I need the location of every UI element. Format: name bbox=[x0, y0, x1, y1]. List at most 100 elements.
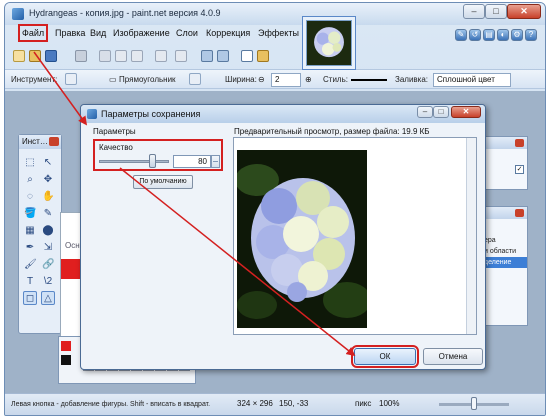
image-thumbnail[interactable] bbox=[302, 16, 356, 70]
paint-bucket-tool-icon[interactable]: 🪣 bbox=[23, 206, 37, 220]
title-bar: Hydrangeas - копия.jpg - paint.net верси… bbox=[5, 3, 545, 25]
dialog-close-button[interactable]: ✕ bbox=[451, 106, 481, 118]
image-size-readout: 324 × 296 bbox=[237, 399, 273, 408]
default-button[interactable]: По умолчанию bbox=[133, 175, 193, 189]
move-tool-icon[interactable]: ✥ bbox=[41, 172, 55, 186]
history-toggle-icon[interactable]: ↺ bbox=[469, 29, 481, 41]
window-toggle-icons: ✎ ↺ ▤ ◐ ⚙ ? bbox=[455, 29, 537, 43]
dialog-maximize-button[interactable]: □ bbox=[433, 106, 449, 118]
preview-scrollbar[interactable] bbox=[466, 138, 476, 334]
recolor-tool-icon[interactable]: 🔗 bbox=[41, 257, 55, 271]
history-row-selected[interactable]: деление bbox=[479, 257, 527, 268]
width-decrease-icon[interactable]: ⊖ bbox=[258, 75, 265, 84]
dialog-minimize-button[interactable]: – bbox=[417, 106, 433, 118]
save-options-dialog: Параметры сохранения – □ ✕ Параметры Пре… bbox=[80, 104, 486, 370]
menu-edit[interactable]: Правка bbox=[55, 28, 85, 38]
text-tool-icon[interactable]: T bbox=[23, 274, 37, 288]
quality-slider-thumb[interactable] bbox=[149, 154, 156, 168]
cancel-button[interactable]: Отмена bbox=[423, 348, 483, 365]
draw-mode-dropdown[interactable] bbox=[189, 73, 201, 85]
parameters-heading: Параметры bbox=[93, 127, 136, 136]
print-icon[interactable] bbox=[75, 50, 87, 62]
layer-visible-checkbox[interactable]: ✓ bbox=[515, 165, 524, 174]
redo-icon[interactable] bbox=[217, 50, 229, 62]
color-picker-tool-icon[interactable]: ⇲ bbox=[41, 240, 55, 254]
window-title: Hydrangeas - копия.jpg - paint.net верси… bbox=[29, 8, 221, 18]
width-increase-icon[interactable]: ⊕ bbox=[305, 75, 312, 84]
ruler-icon[interactable] bbox=[257, 50, 269, 62]
help-icon[interactable]: ? bbox=[525, 29, 537, 41]
menu-view[interactable]: Вид bbox=[90, 28, 106, 38]
primary-color-icon[interactable] bbox=[61, 341, 71, 351]
shapes-tool-icon[interactable]: ◻ bbox=[23, 291, 37, 305]
close-button[interactable]: ✕ bbox=[507, 4, 541, 19]
grid-icon[interactable] bbox=[241, 50, 253, 62]
preview-heading: Предварительный просмотр, размер файла: … bbox=[234, 127, 430, 136]
menu-layers[interactable]: Слои bbox=[176, 28, 198, 38]
quality-input[interactable]: 80 bbox=[173, 155, 211, 168]
copy-icon[interactable] bbox=[115, 50, 127, 62]
eraser-tool-icon[interactable]: ⬤ bbox=[41, 223, 55, 237]
zoom-tool-icon[interactable]: ⌕ bbox=[23, 172, 37, 186]
clone-stamp-tool-icon[interactable]: 🖌 bbox=[23, 257, 37, 271]
colors-toggle-icon[interactable]: ◐ bbox=[497, 29, 509, 41]
pencil-tool-icon[interactable]: ✒ bbox=[23, 240, 37, 254]
secondary-color-icon[interactable] bbox=[61, 355, 71, 365]
units-dropdown[interactable]: пикс bbox=[355, 399, 371, 408]
tool-select-dropdown[interactable] bbox=[65, 73, 77, 85]
shape-icon: ▭ bbox=[109, 75, 117, 84]
width-input[interactable]: 2 bbox=[271, 73, 301, 87]
cut-icon[interactable] bbox=[99, 50, 111, 62]
save-icon[interactable] bbox=[45, 50, 57, 62]
tools-panel: Инст… ⬚ ↖ ⌕ ✥ ◌ ✋ 🪣 ✎ ▦ ⬤ ✒ ⇲ 🖌 🔗 T \2 ◻… bbox=[18, 134, 62, 334]
quality-spinner[interactable] bbox=[211, 155, 220, 168]
ok-button[interactable]: ОК bbox=[351, 345, 419, 368]
line-style-dropdown[interactable] bbox=[351, 79, 387, 81]
triangle-shape-icon[interactable]: △ bbox=[41, 291, 55, 305]
history-panel-close-icon[interactable] bbox=[515, 139, 524, 147]
status-bar: Левая кнопка - добавление фигуры. Shift … bbox=[5, 393, 545, 415]
history-row[interactable]: ера bbox=[479, 235, 527, 246]
tools-panel-close-icon[interactable] bbox=[49, 137, 59, 146]
undo-icon[interactable] bbox=[201, 50, 213, 62]
move-selection-tool-icon[interactable]: ↖ bbox=[41, 155, 55, 169]
quality-label: Качество bbox=[99, 143, 133, 152]
rectangle-select-tool-icon[interactable]: ⬚ bbox=[23, 155, 37, 169]
crop-icon[interactable] bbox=[155, 50, 167, 62]
tool-label: Инструмент: bbox=[11, 75, 58, 84]
open-folder-icon[interactable] bbox=[29, 50, 41, 62]
gradient-tool-icon[interactable]: ▦ bbox=[23, 223, 37, 237]
settings-gear-icon[interactable]: ⚙ bbox=[511, 29, 523, 41]
history-row[interactable]: и области bbox=[479, 246, 527, 257]
hydrangea-thumbnail-image bbox=[306, 20, 352, 66]
menu-image[interactable]: Изображение bbox=[113, 28, 170, 38]
deselect-icon[interactable] bbox=[175, 50, 187, 62]
tools-grid: ⬚ ↖ ⌕ ✥ ◌ ✋ 🪣 ✎ ▦ ⬤ ✒ ⇲ 🖌 🔗 T \2 ◻ △ bbox=[23, 155, 59, 305]
menu-adjustments[interactable]: Коррекция bbox=[206, 28, 250, 38]
new-file-icon[interactable] bbox=[13, 50, 25, 62]
pan-tool-icon[interactable]: ✋ bbox=[41, 189, 55, 203]
style-label: Стиль: bbox=[323, 75, 348, 84]
line-curve-tool-icon[interactable]: \2 bbox=[41, 274, 55, 288]
ellipse-select-tool-icon[interactable]: ◌ bbox=[23, 189, 37, 203]
menu-effects[interactable]: Эффекты bbox=[258, 28, 299, 38]
minimize-button[interactable]: – bbox=[463, 4, 485, 19]
dialog-title-bar: Параметры сохранения – □ ✕ bbox=[81, 105, 485, 123]
hydrangea-preview-image bbox=[237, 150, 367, 328]
fill-dropdown[interactable]: Сплошной цвет bbox=[433, 73, 511, 87]
layers-panel-close-icon[interactable] bbox=[515, 209, 524, 217]
brush-tool-icon[interactable]: ✎ bbox=[41, 206, 55, 220]
shape-type-dropdown[interactable]: Прямоугольник bbox=[119, 75, 176, 84]
maximize-button[interactable]: □ bbox=[485, 4, 507, 19]
quality-group: Качество 80 bbox=[93, 139, 223, 171]
layers-toggle-icon[interactable]: ▤ bbox=[483, 29, 495, 41]
paste-icon[interactable] bbox=[131, 50, 143, 62]
dialog-title: Параметры сохранения bbox=[101, 109, 201, 119]
zoom-dropdown[interactable]: 100% bbox=[379, 399, 399, 408]
preview-pane bbox=[233, 137, 477, 335]
tool-options-bar: Инструмент: ▭ Прямоугольник Ширина: ⊖ 2 … bbox=[5, 69, 545, 89]
tools-toggle-icon[interactable]: ✎ bbox=[455, 29, 467, 41]
zoom-slider-thumb[interactable] bbox=[471, 397, 477, 410]
menu-file[interactable]: Файл bbox=[17, 24, 49, 42]
quality-slider[interactable] bbox=[99, 160, 169, 163]
